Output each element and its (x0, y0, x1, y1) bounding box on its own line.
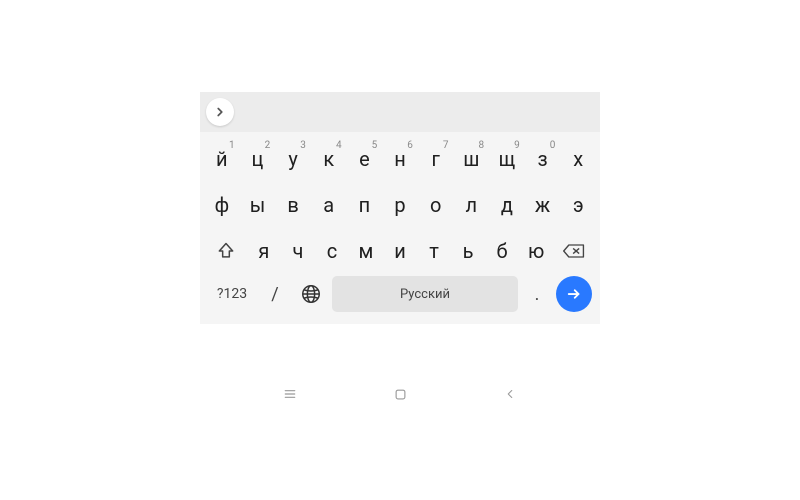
key-hint: 7 (443, 140, 449, 151)
key-hint: 1 (229, 140, 235, 151)
letter-key[interactable]: о (419, 184, 453, 226)
key-hint: 9 (514, 140, 520, 151)
nav-home-button[interactable] (390, 384, 410, 404)
letter-key[interactable]: т (418, 230, 450, 272)
letter-key[interactable]: м (350, 230, 382, 272)
key-hint: 5 (372, 140, 378, 151)
letter-key[interactable]: ь (452, 230, 484, 272)
shift-key[interactable] (206, 230, 247, 272)
letter-key[interactable]: ж (526, 184, 560, 226)
letter-key[interactable]: н6 (383, 138, 417, 180)
menu-icon (282, 386, 298, 402)
keys-area: й1ц2у3к4е5н6г7ш8щ9з0х фывапролджэ ячсмит… (200, 132, 600, 324)
letter-key[interactable]: а (312, 184, 346, 226)
key-hint: 0 (550, 140, 556, 151)
key-row-3: ячсмитьбю (204, 230, 596, 272)
key-row-2: фывапролджэ (204, 184, 596, 226)
letter-key[interactable]: ч (282, 230, 314, 272)
key-hint: 8 (479, 140, 485, 151)
letter-key[interactable]: и (384, 230, 416, 272)
globe-icon (300, 283, 322, 305)
period-key[interactable]: . (522, 276, 552, 312)
keyboard-panel: й1ц2у3к4е5н6г7ш8щ9з0х фывапролджэ ячсмит… (200, 92, 600, 324)
letter-key[interactable]: д (490, 184, 524, 226)
key-hint: 6 (407, 140, 413, 151)
letter-key[interactable]: э (561, 184, 595, 226)
letter-key[interactable]: г7 (419, 138, 453, 180)
letter-key[interactable]: р (383, 184, 417, 226)
enter-key[interactable] (556, 276, 592, 312)
slash-key[interactable]: / (260, 276, 290, 312)
symbols-key[interactable]: ?123 (208, 276, 256, 312)
letter-key[interactable]: й1 (205, 138, 239, 180)
nav-back-button[interactable] (500, 384, 520, 404)
letter-key[interactable]: я (248, 230, 280, 272)
letter-key[interactable]: у3 (276, 138, 310, 180)
chevron-right-icon (213, 105, 227, 119)
letter-key[interactable]: в (276, 184, 310, 226)
letter-key[interactable]: с (316, 230, 348, 272)
letter-key[interactable]: ы (241, 184, 275, 226)
letter-key[interactable]: ш8 (454, 138, 488, 180)
letter-key[interactable]: л (454, 184, 488, 226)
letter-key[interactable]: ц2 (241, 138, 275, 180)
key-row-bottom: ?123 / Русский . (204, 276, 596, 316)
suggestion-bar (200, 92, 600, 132)
key-hint: 4 (336, 140, 342, 151)
key-hint: 3 (300, 140, 306, 151)
letter-key[interactable]: щ9 (490, 138, 524, 180)
backspace-key[interactable] (553, 230, 594, 272)
language-switch-key[interactable] (294, 276, 328, 312)
letter-key[interactable]: е5 (348, 138, 382, 180)
navigation-bar (200, 374, 600, 414)
arrow-right-icon (565, 285, 583, 303)
backspace-icon (562, 241, 586, 261)
letter-key[interactable]: к4 (312, 138, 346, 180)
key-row-1: й1ц2у3к4е5н6г7ш8щ9з0х (204, 138, 596, 180)
letter-key[interactable]: х (561, 138, 595, 180)
letter-key[interactable]: п (348, 184, 382, 226)
chevron-left-icon (503, 387, 517, 401)
expand-suggestions-button[interactable] (206, 98, 234, 126)
key-hint: 2 (265, 140, 271, 151)
letter-key[interactable]: ю (520, 230, 552, 272)
letter-key[interactable]: ф (205, 184, 239, 226)
square-icon (393, 387, 408, 402)
nav-recent-button[interactable] (280, 384, 300, 404)
spacebar-key[interactable]: Русский (332, 276, 518, 312)
letter-key[interactable]: б (486, 230, 518, 272)
shift-icon (216, 241, 236, 261)
letter-key[interactable]: з0 (526, 138, 560, 180)
